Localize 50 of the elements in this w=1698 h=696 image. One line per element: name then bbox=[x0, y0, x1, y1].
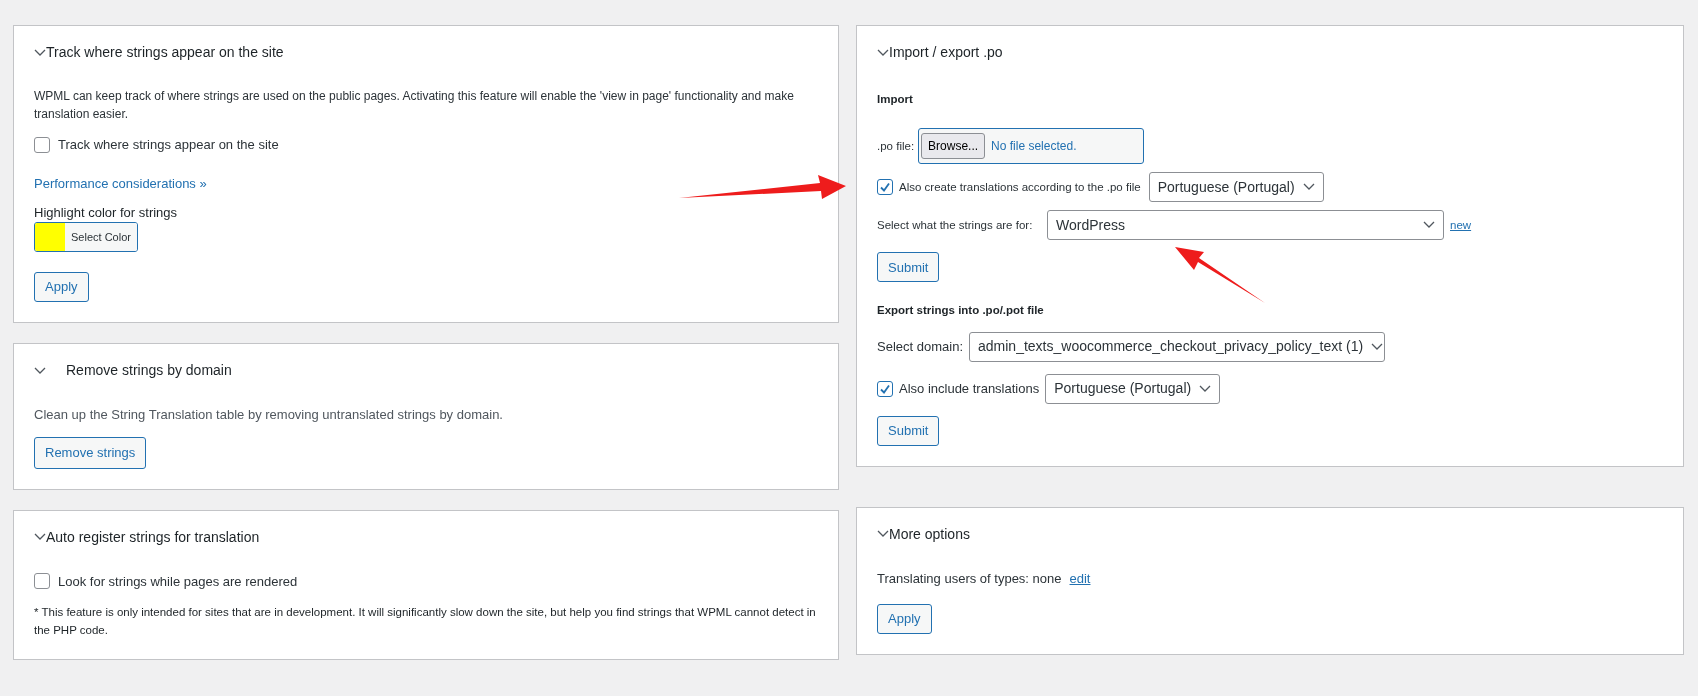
file-input[interactable]: Browse... No file selected. bbox=[918, 128, 1145, 165]
button[interactable]: Apply bbox=[34, 272, 89, 302]
checkbox-label: Track where strings appear on the site bbox=[58, 136, 279, 154]
panel-title: Import / export .po bbox=[889, 43, 1003, 62]
edit-link[interactable]: edit bbox=[1069, 568, 1091, 588]
button[interactable]: Submit bbox=[877, 252, 940, 283]
field-label: Select domain: bbox=[877, 337, 963, 356]
field-label: .po file: bbox=[877, 138, 915, 154]
dropdown[interactable]: admin_texts_woocommerce_checkout_privacy_policy_text (1) bbox=[969, 331, 1385, 362]
checkmark-icon bbox=[879, 382, 891, 395]
checkbox[interactable] bbox=[34, 573, 50, 590]
panel-title: More options bbox=[889, 524, 970, 544]
dropdown[interactable]: Portuguese (Portugal) bbox=[1148, 172, 1324, 203]
dropdown[interactable]: WordPress bbox=[1047, 210, 1444, 241]
chevron-down-icon[interactable] bbox=[877, 48, 889, 57]
chevron-down-icon[interactable] bbox=[1302, 183, 1315, 192]
dropdown[interactable]: Portuguese (Portugal) bbox=[1045, 373, 1221, 404]
button[interactable]: Remove strings bbox=[34, 436, 147, 469]
file-status: No file selected. bbox=[991, 138, 1077, 156]
checkbox[interactable] bbox=[34, 136, 50, 153]
section-heading: Import bbox=[877, 92, 914, 107]
button[interactable]: Submit bbox=[877, 415, 940, 446]
color-picker-button[interactable]: Select Color bbox=[34, 222, 138, 252]
chevron-down-icon[interactable] bbox=[1199, 384, 1212, 393]
chevron-down-icon[interactable] bbox=[1423, 221, 1435, 230]
panel-title: Auto register strings for translation bbox=[46, 527, 260, 547]
users-text: Translating users of types: none bbox=[877, 569, 1062, 588]
description: WPML can keep track of where strings are used on the public pages. Activating this feature will enable the 'view in page' functionality and make translation easier. bbox=[34, 88, 795, 123]
checkbox-label: Also create translations according to the .po file bbox=[899, 179, 1141, 195]
performance-link[interactable]: Performance considerations » bbox=[34, 175, 207, 191]
section-heading: Export strings into .po/.pot file bbox=[877, 303, 1045, 319]
checkbox[interactable] bbox=[877, 380, 893, 397]
new-link[interactable]: new bbox=[1450, 216, 1472, 234]
checkbox-label: Also include translations bbox=[899, 379, 1040, 398]
description: Clean up the String Translation table by removing untranslated strings by domain. bbox=[34, 406, 504, 424]
field-label: Select what the strings are for: bbox=[877, 217, 1034, 233]
button[interactable]: Apply bbox=[877, 604, 932, 634]
panel-title: Remove strings by domain bbox=[66, 361, 232, 380]
chevron-down-icon[interactable] bbox=[877, 530, 889, 538]
browse-button[interactable]: Browse... bbox=[921, 133, 986, 160]
chevron-down-icon[interactable] bbox=[34, 366, 46, 375]
checkmark-icon bbox=[879, 181, 891, 194]
chevron-down-icon[interactable] bbox=[1371, 342, 1384, 351]
chevron-down-icon[interactable] bbox=[34, 533, 46, 541]
chevron-down-icon[interactable] bbox=[34, 48, 46, 57]
checkbox-label: Look for strings while pages are rendered bbox=[58, 572, 298, 591]
checkbox[interactable] bbox=[877, 179, 893, 196]
panel-title: Track where strings appear on the site bbox=[46, 43, 284, 62]
color-label: Highlight color for strings bbox=[34, 203, 179, 222]
note: * This feature is only intended for sites that are in development. It will significantly slow down the site, but help you find strings that WPML cannot detect in the PHP code. bbox=[34, 605, 817, 638]
